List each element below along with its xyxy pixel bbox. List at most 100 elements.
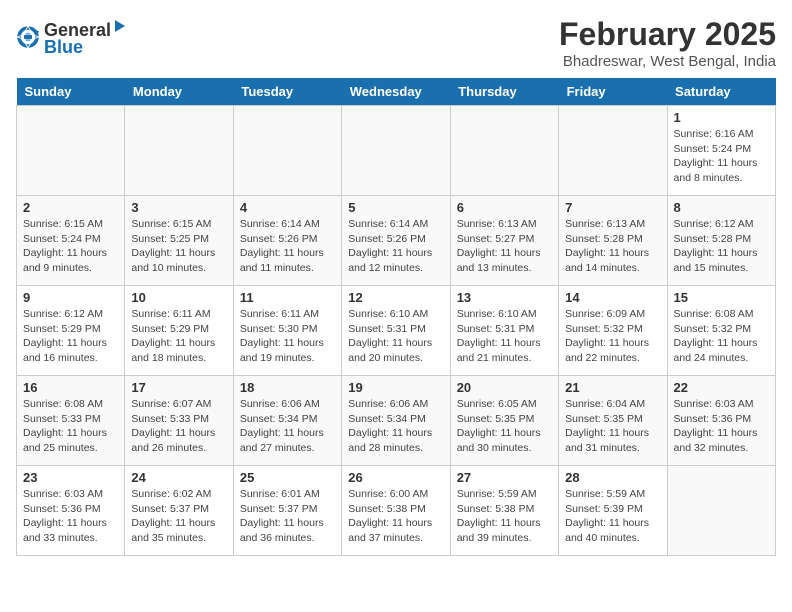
week-row-3: 9 Sunrise: 6:12 AMSunset: 5:29 PMDaylight…	[17, 286, 776, 376]
day-info-text: Sunrise: 5:59 AMSunset: 5:39 PMDaylight:…	[565, 487, 660, 546]
week-row-1: 1 Sunrise: 6:16 AMSunset: 5:24 PMDaylight…	[17, 106, 776, 196]
day-header-monday: Monday	[125, 78, 233, 106]
day-info-text: Sunrise: 6:16 AMSunset: 5:24 PMDaylight:…	[674, 127, 769, 186]
main-title: February 2025	[559, 16, 776, 53]
day-number: 1	[674, 110, 769, 125]
day-info-text: Sunrise: 6:03 AMSunset: 5:36 PMDaylight:…	[674, 397, 769, 456]
day-number: 21	[565, 380, 660, 395]
week-row-2: 2 Sunrise: 6:15 AMSunset: 5:24 PMDaylight…	[17, 196, 776, 286]
day-number: 14	[565, 290, 660, 305]
day-number: 15	[674, 290, 769, 305]
calendar-cell: 7Sunrise: 6:13 AMSunset: 5:28 PMDaylight…	[559, 196, 667, 286]
title-area: February 2025 Bhadreswar, West Bengal, I…	[559, 16, 776, 70]
day-info-text: Sunrise: 6:08 AMSunset: 5:33 PMDaylight:…	[23, 397, 118, 456]
day-header-saturday: Saturday	[667, 78, 775, 106]
day-number: 9	[23, 290, 118, 305]
day-number: 28	[565, 470, 660, 485]
day-header-tuesday: Tuesday	[233, 78, 341, 106]
day-info-text: Sunrise: 6:06 AMSunset: 5:34 PMDaylight:…	[348, 397, 443, 456]
day-number: 20	[457, 380, 552, 395]
calendar-cell	[450, 106, 558, 196]
day-number: 23	[23, 470, 118, 485]
day-number: 27	[457, 470, 552, 485]
calendar-cell: 1 Sunrise: 6:16 AMSunset: 5:24 PMDaylight…	[667, 106, 775, 196]
day-number: 19	[348, 380, 443, 395]
day-info-text: Sunrise: 6:05 AMSunset: 5:35 PMDaylight:…	[457, 397, 552, 456]
day-number: 8	[674, 200, 769, 215]
calendar-cell: 15 Sunrise: 6:08 AMSunset: 5:32 PMDayligh…	[667, 286, 775, 376]
calendar-cell: 21 Sunrise: 6:04 AMSunset: 5:35 PMDayligh…	[559, 376, 667, 466]
day-info-text: Sunrise: 6:10 AMSunset: 5:31 PMDaylight:…	[348, 307, 443, 366]
calendar-cell: 17Sunrise: 6:07 AMSunset: 5:33 PMDayligh…	[125, 376, 233, 466]
calendar-cell	[17, 106, 125, 196]
calendar-cell: 2 Sunrise: 6:15 AMSunset: 5:24 PMDaylight…	[17, 196, 125, 286]
day-info-text: Sunrise: 5:59 AMSunset: 5:38 PMDaylight:…	[457, 487, 552, 546]
calendar-cell: 26Sunrise: 6:00 AMSunset: 5:38 PMDayligh…	[342, 466, 450, 556]
day-number: 5	[348, 200, 443, 215]
day-info-text: Sunrise: 6:12 AMSunset: 5:28 PMDaylight:…	[674, 217, 769, 276]
day-info-text: Sunrise: 6:15 AMSunset: 5:25 PMDaylight:…	[131, 217, 226, 276]
calendar-cell: 10 Sunrise: 6:11 AMSunset: 5:29 PMDayligh…	[125, 286, 233, 376]
calendar-cell: 13 Sunrise: 6:10 AMSunset: 5:31 PMDayligh…	[450, 286, 558, 376]
day-info-text: Sunrise: 6:15 AMSunset: 5:24 PMDaylight:…	[23, 217, 118, 276]
day-info-text: Sunrise: 6:02 AMSunset: 5:37 PMDaylight:…	[131, 487, 226, 546]
day-info-text: Sunrise: 6:11 AMSunset: 5:30 PMDaylight:…	[240, 307, 335, 366]
logo-icon	[16, 25, 40, 49]
calendar-cell	[559, 106, 667, 196]
day-info-text: Sunrise: 6:06 AMSunset: 5:34 PMDaylight:…	[240, 397, 335, 456]
day-info-text: Sunrise: 6:03 AMSunset: 5:36 PMDaylight:…	[23, 487, 118, 546]
calendar-cell	[125, 106, 233, 196]
day-number: 25	[240, 470, 335, 485]
day-info-text: Sunrise: 6:12 AMSunset: 5:29 PMDaylight:…	[23, 307, 118, 366]
week-row-4: 16 Sunrise: 6:08 AMSunset: 5:33 PMDayligh…	[17, 376, 776, 466]
calendar-cell: 23 Sunrise: 6:03 AMSunset: 5:36 PMDayligh…	[17, 466, 125, 556]
calendar-cell	[233, 106, 341, 196]
calendar-cell: 19 Sunrise: 6:06 AMSunset: 5:34 PMDayligh…	[342, 376, 450, 466]
calendar-cell: 20 Sunrise: 6:05 AMSunset: 5:35 PMDayligh…	[450, 376, 558, 466]
day-number: 17	[131, 380, 226, 395]
calendar-cell	[667, 466, 775, 556]
calendar-cell: 9 Sunrise: 6:12 AMSunset: 5:29 PMDaylight…	[17, 286, 125, 376]
day-header-friday: Friday	[559, 78, 667, 106]
day-header-thursday: Thursday	[450, 78, 558, 106]
day-info-text: Sunrise: 6:08 AMSunset: 5:32 PMDaylight:…	[674, 307, 769, 366]
calendar-header-row: SundayMondayTuesdayWednesdayThursdayFrid…	[17, 78, 776, 106]
day-number: 18	[240, 380, 335, 395]
day-number: 11	[240, 290, 335, 305]
day-number: 2	[23, 200, 118, 215]
day-info-text: Sunrise: 6:00 AMSunset: 5:38 PMDaylight:…	[348, 487, 443, 546]
day-header-sunday: Sunday	[17, 78, 125, 106]
day-info-text: Sunrise: 6:10 AMSunset: 5:31 PMDaylight:…	[457, 307, 552, 366]
calendar-cell: 28 Sunrise: 5:59 AMSunset: 5:39 PMDayligh…	[559, 466, 667, 556]
week-row-5: 23 Sunrise: 6:03 AMSunset: 5:36 PMDayligh…	[17, 466, 776, 556]
day-number: 3	[131, 200, 226, 215]
calendar-cell: 8 Sunrise: 6:12 AMSunset: 5:28 PMDaylight…	[667, 196, 775, 286]
calendar-cell: 12 Sunrise: 6:10 AMSunset: 5:31 PMDayligh…	[342, 286, 450, 376]
calendar-cell: 27 Sunrise: 5:59 AMSunset: 5:38 PMDayligh…	[450, 466, 558, 556]
day-info-text: Sunrise: 6:14 AMSunset: 5:26 PMDaylight:…	[240, 217, 335, 276]
day-number: 7	[565, 200, 660, 215]
calendar-cell: 16 Sunrise: 6:08 AMSunset: 5:33 PMDayligh…	[17, 376, 125, 466]
calendar-cell: 4 Sunrise: 6:14 AMSunset: 5:26 PMDaylight…	[233, 196, 341, 286]
day-number: 4	[240, 200, 335, 215]
calendar-cell: 14 Sunrise: 6:09 AMSunset: 5:32 PMDayligh…	[559, 286, 667, 376]
sub-title: Bhadreswar, West Bengal, India	[559, 53, 776, 70]
day-info-text: Sunrise: 6:11 AMSunset: 5:29 PMDaylight:…	[131, 307, 226, 366]
calendar-cell: 6 Sunrise: 6:13 AMSunset: 5:27 PMDaylight…	[450, 196, 558, 286]
day-info-text: Sunrise: 6:13 AMSunset: 5:27 PMDaylight:…	[457, 217, 552, 276]
calendar-cell: 3 Sunrise: 6:15 AMSunset: 5:25 PMDaylight…	[125, 196, 233, 286]
calendar-body: 1 Sunrise: 6:16 AMSunset: 5:24 PMDaylight…	[17, 106, 776, 556]
day-number: 6	[457, 200, 552, 215]
logo: General Blue	[16, 16, 127, 58]
day-info-text: Sunrise: 6:01 AMSunset: 5:37 PMDaylight:…	[240, 487, 335, 546]
day-number: 13	[457, 290, 552, 305]
day-number: 24	[131, 470, 226, 485]
calendar-cell: 24 Sunrise: 6:02 AMSunset: 5:37 PMDayligh…	[125, 466, 233, 556]
day-info-text: Sunrise: 6:14 AMSunset: 5:26 PMDaylight:…	[348, 217, 443, 276]
day-number: 12	[348, 290, 443, 305]
day-info-text: Sunrise: 6:09 AMSunset: 5:32 PMDaylight:…	[565, 307, 660, 366]
day-number: 10	[131, 290, 226, 305]
calendar-cell: 25 Sunrise: 6:01 AMSunset: 5:37 PMDayligh…	[233, 466, 341, 556]
day-info-text: Sunrise: 6:04 AMSunset: 5:35 PMDaylight:…	[565, 397, 660, 456]
day-number: 16	[23, 380, 118, 395]
